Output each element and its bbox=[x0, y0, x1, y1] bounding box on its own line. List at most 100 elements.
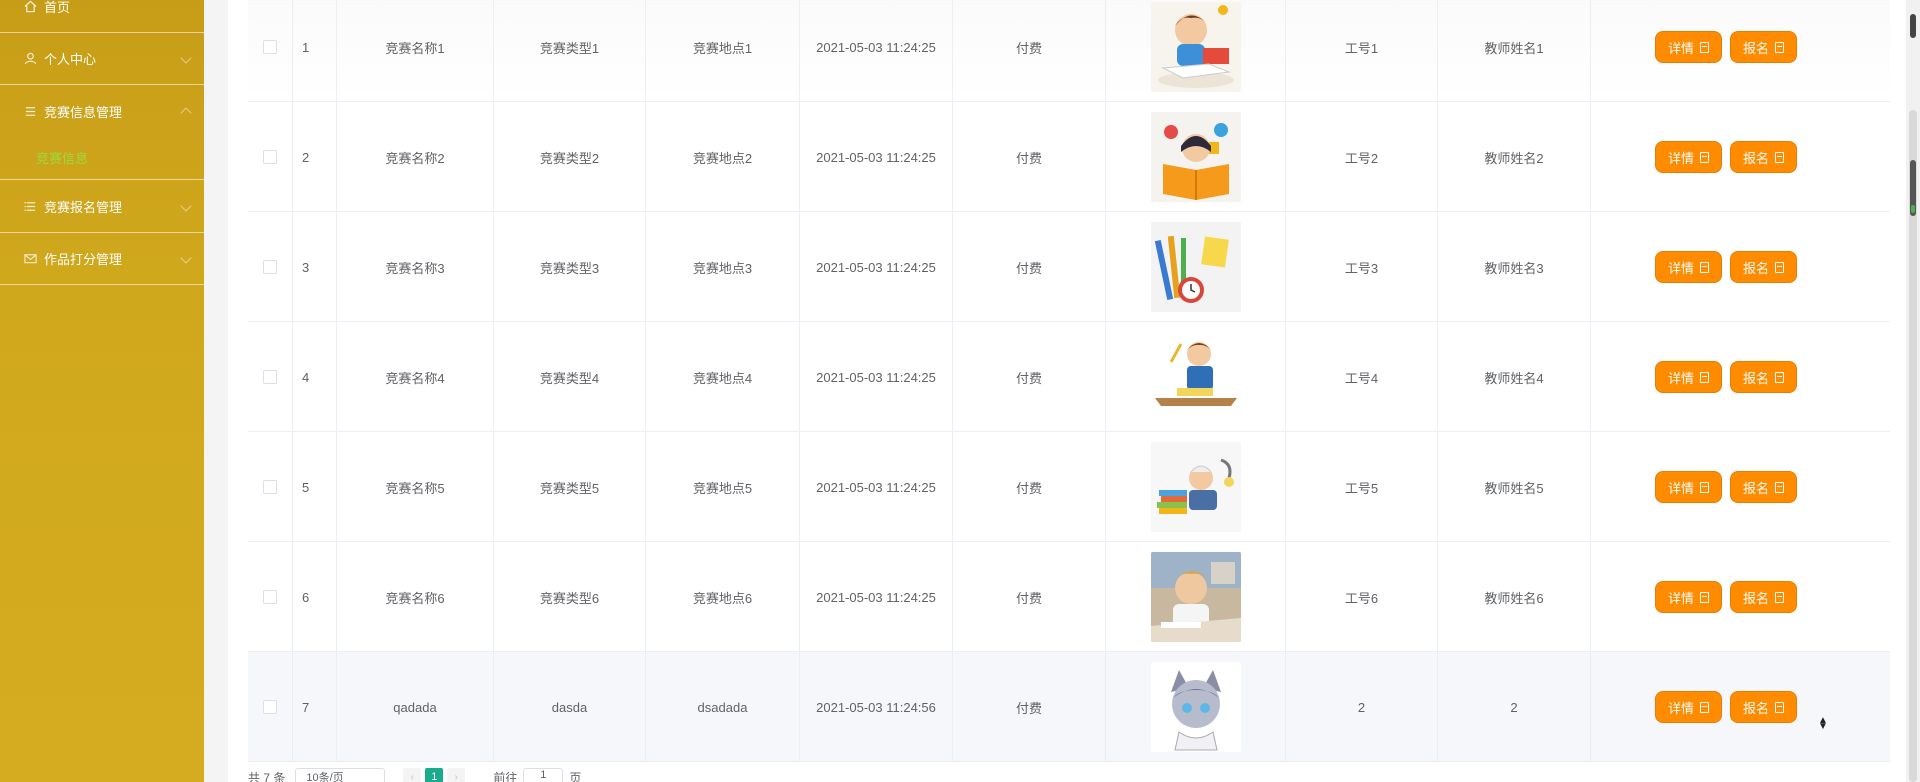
competition-image[interactable] bbox=[1150, 112, 1241, 202]
detail-button-label: 详情 bbox=[1667, 260, 1694, 276]
sidebar-item-scoring-management[interactable]: 作品打分管理 bbox=[0, 233, 204, 285]
signup-button[interactable]: 报名 bbox=[1730, 251, 1798, 283]
detail-button[interactable]: 详情 bbox=[1654, 31, 1722, 63]
detail-button[interactable]: 详情 bbox=[1654, 581, 1722, 613]
row-select-cell bbox=[248, 432, 293, 542]
sidebar-item-label: 个人中心 bbox=[44, 52, 97, 67]
main-content: 1 竞赛名称1 竞赛类型1 竞赛地点1 2021-05-03 11:24:25 付费 工号1… bbox=[228, 0, 1920, 782]
row-checkbox[interactable] bbox=[263, 370, 277, 384]
cell-fee: 付费 bbox=[953, 0, 1106, 102]
signup-button-label: 报名 bbox=[1743, 40, 1770, 56]
sidebar: 首页 个人中心 竞赛信息管理 竞赛信息 竞赛报名管理 作品打分管理 bbox=[0, 0, 204, 782]
goto-page-input[interactable]: 1 bbox=[523, 768, 564, 782]
prev-page-icon[interactable]: ‹ bbox=[403, 768, 422, 782]
next-page-icon[interactable]: › bbox=[447, 768, 466, 782]
row-checkbox[interactable] bbox=[263, 700, 277, 714]
signup-button[interactable]: 报名 bbox=[1730, 361, 1798, 393]
row-select-cell bbox=[248, 652, 293, 762]
vertical-scrollbar[interactable] bbox=[1906, 0, 1920, 782]
cell-work-no: 工号3 bbox=[1286, 212, 1438, 322]
cell-fee: 付费 bbox=[953, 322, 1106, 432]
cell-fee: 付费 bbox=[953, 432, 1106, 542]
document-icon bbox=[1700, 481, 1709, 493]
signup-button[interactable]: 报名 bbox=[1730, 471, 1798, 503]
row-select-cell bbox=[248, 322, 293, 432]
sidebar-subitem-competition-info[interactable]: 竞赛信息 bbox=[0, 136, 204, 180]
cell-teacher: 教师姓名4 bbox=[1438, 322, 1591, 432]
cell-type: 竞赛类型1 bbox=[494, 0, 646, 102]
cell-actions: 详情 报名 bbox=[1591, 102, 1861, 212]
competition-image[interactable] bbox=[1150, 2, 1241, 92]
scroll-knob-top[interactable] bbox=[1910, 14, 1916, 38]
row-checkbox[interactable] bbox=[263, 150, 277, 164]
signup-button-label: 报名 bbox=[1743, 480, 1770, 496]
mail-icon bbox=[22, 251, 38, 267]
cell-place: dsadada bbox=[646, 652, 800, 762]
detail-button[interactable]: 详情 bbox=[1654, 251, 1722, 283]
cell-place: 竞赛地点6 bbox=[646, 542, 800, 652]
competition-image[interactable] bbox=[1150, 662, 1241, 752]
cell-actions: 详情 报名 bbox=[1591, 322, 1861, 432]
app: 首页 个人中心 竞赛信息管理 竞赛信息 竞赛报名管理 作品打分管理 1 竞赛名称… bbox=[0, 0, 1920, 782]
goto-label: 前往 bbox=[493, 770, 518, 782]
table-row: 4 竞赛名称4 竞赛类型4 竞赛地点4 2021-05-03 11:24:25 付费 工号4… bbox=[248, 322, 1890, 432]
cell-name: 竞赛名称5 bbox=[337, 432, 494, 542]
cell-actions: 详情 报名 bbox=[1591, 212, 1861, 322]
row-checkbox[interactable] bbox=[263, 260, 277, 274]
detail-button[interactable]: 详情 bbox=[1654, 141, 1722, 173]
detail-button[interactable]: 详情 bbox=[1654, 471, 1722, 503]
list-icon bbox=[22, 103, 38, 119]
cell-time: 2021-05-03 11:24:25 bbox=[800, 0, 953, 102]
row-select-cell bbox=[248, 102, 293, 212]
row-checkbox[interactable] bbox=[263, 40, 277, 54]
list-icon bbox=[22, 199, 38, 215]
cell-fee: 付费 bbox=[953, 212, 1106, 322]
sidebar-item-signup-management[interactable]: 竞赛报名管理 bbox=[0, 181, 204, 233]
content-gutter bbox=[204, 0, 228, 782]
cell-name: 竞赛名称6 bbox=[337, 542, 494, 652]
cell-actions: 详情 报名 bbox=[1591, 542, 1861, 652]
row-checkbox[interactable] bbox=[263, 480, 277, 494]
signup-button[interactable]: 报名 bbox=[1730, 31, 1798, 63]
detail-button[interactable]: 详情 bbox=[1654, 361, 1722, 393]
detail-button[interactable]: 详情 bbox=[1654, 691, 1722, 723]
signup-button[interactable]: 报名 bbox=[1730, 141, 1798, 173]
competition-image[interactable] bbox=[1150, 332, 1241, 422]
cell-name: 竞赛名称4 bbox=[337, 322, 494, 432]
cell-image bbox=[1106, 652, 1286, 762]
signup-button[interactable]: 报名 bbox=[1730, 581, 1798, 613]
document-icon bbox=[1775, 261, 1785, 273]
cell-image bbox=[1106, 212, 1286, 322]
competition-image[interactable] bbox=[1150, 222, 1241, 312]
user-icon bbox=[22, 51, 38, 67]
cell-index: 1 bbox=[293, 0, 337, 102]
cell-type: 竞赛类型5 bbox=[494, 432, 646, 542]
sidebar-item-home[interactable]: 首页 bbox=[0, 0, 204, 33]
competition-image[interactable] bbox=[1150, 552, 1241, 642]
document-icon bbox=[1700, 41, 1709, 53]
cell-fee: 付费 bbox=[953, 652, 1106, 762]
page-size-select[interactable]: 10条/页 bbox=[295, 768, 386, 782]
sidebar-item-competition-info[interactable]: 竞赛信息管理 bbox=[0, 85, 204, 137]
sidebar-item-label: 首页 bbox=[44, 0, 71, 15]
row-checkbox[interactable] bbox=[263, 590, 277, 604]
table-row: 1 竞赛名称1 竞赛类型1 竞赛地点1 2021-05-03 11:24:25 付费 工号1… bbox=[248, 0, 1890, 102]
cell-place: 竞赛地点2 bbox=[646, 102, 800, 212]
signup-button[interactable]: 报名 bbox=[1730, 691, 1798, 723]
resize-cursor-icon: ▲ ▼ bbox=[1818, 715, 1828, 732]
row-select-cell bbox=[248, 542, 293, 652]
competition-image[interactable] bbox=[1150, 442, 1241, 532]
signup-button-label: 报名 bbox=[1743, 590, 1770, 606]
sidebar-subitem-label: 竞赛信息 bbox=[36, 151, 89, 166]
sidebar-item-profile[interactable]: 个人中心 bbox=[0, 33, 204, 85]
document-icon bbox=[1700, 151, 1709, 163]
document-icon bbox=[1775, 701, 1785, 713]
cell-place: 竞赛地点1 bbox=[646, 0, 800, 102]
cell-teacher: 教师姓名2 bbox=[1438, 102, 1591, 212]
cell-work-no: 工号2 bbox=[1286, 102, 1438, 212]
page-number-active[interactable]: 1 bbox=[425, 768, 444, 782]
detail-button-label: 详情 bbox=[1667, 370, 1694, 386]
document-icon bbox=[1700, 701, 1709, 713]
scroll-knob-mid[interactable] bbox=[1910, 160, 1916, 216]
cell-work-no: 2 bbox=[1286, 652, 1438, 762]
